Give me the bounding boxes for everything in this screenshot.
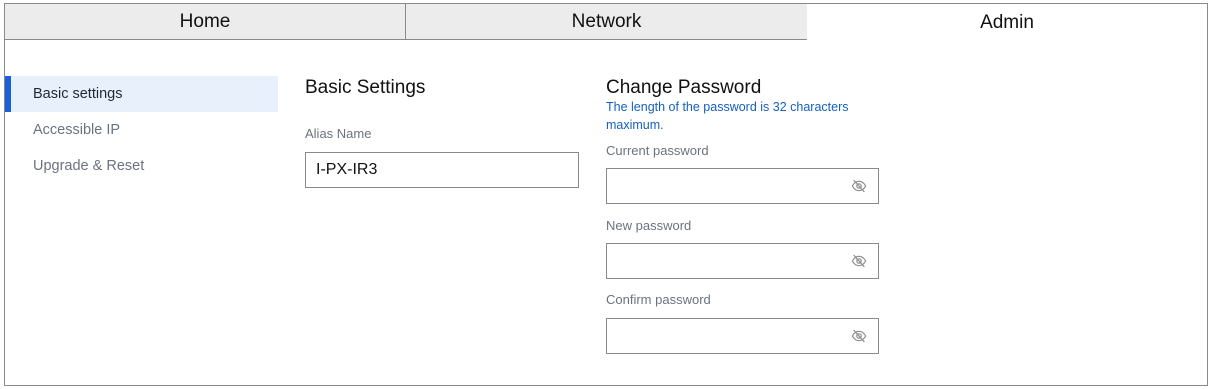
alias-name-label: Alias Name xyxy=(305,126,372,141)
confirm-password-label: Confirm password xyxy=(606,292,711,307)
eye-off-icon[interactable] xyxy=(851,178,867,194)
sidebar-item-basic-settings[interactable]: Basic settings xyxy=(5,76,278,112)
confirm-password-input[interactable] xyxy=(615,320,849,354)
tab-network[interactable]: Network xyxy=(405,3,808,40)
new-password-field xyxy=(606,243,879,279)
current-password-input[interactable] xyxy=(615,170,849,204)
new-password-input[interactable] xyxy=(615,245,849,279)
sidebar-item-upgrade-reset[interactable]: Upgrade & Reset xyxy=(5,148,278,184)
confirm-password-field xyxy=(606,318,879,354)
sidebar: Basic settings Accessible IP Upgrade & R… xyxy=(5,76,278,184)
tab-home[interactable]: Home xyxy=(4,3,406,40)
change-password-title: Change Password xyxy=(606,77,762,98)
password-length-hint: The length of the password is 32 charact… xyxy=(606,100,849,132)
current-password-label: Current password xyxy=(606,143,709,158)
alias-name-input[interactable] xyxy=(305,152,579,188)
eye-off-icon[interactable] xyxy=(851,253,867,269)
sidebar-item-accessible-ip[interactable]: Accessible IP xyxy=(5,112,278,148)
main-tabs: Home Network Admin xyxy=(4,3,1208,41)
new-password-label: New password xyxy=(606,218,692,233)
current-password-field xyxy=(606,168,879,204)
tab-admin[interactable]: Admin xyxy=(807,3,1208,41)
eye-off-icon[interactable] xyxy=(851,328,867,344)
basic-settings-title: Basic Settings xyxy=(305,77,426,98)
